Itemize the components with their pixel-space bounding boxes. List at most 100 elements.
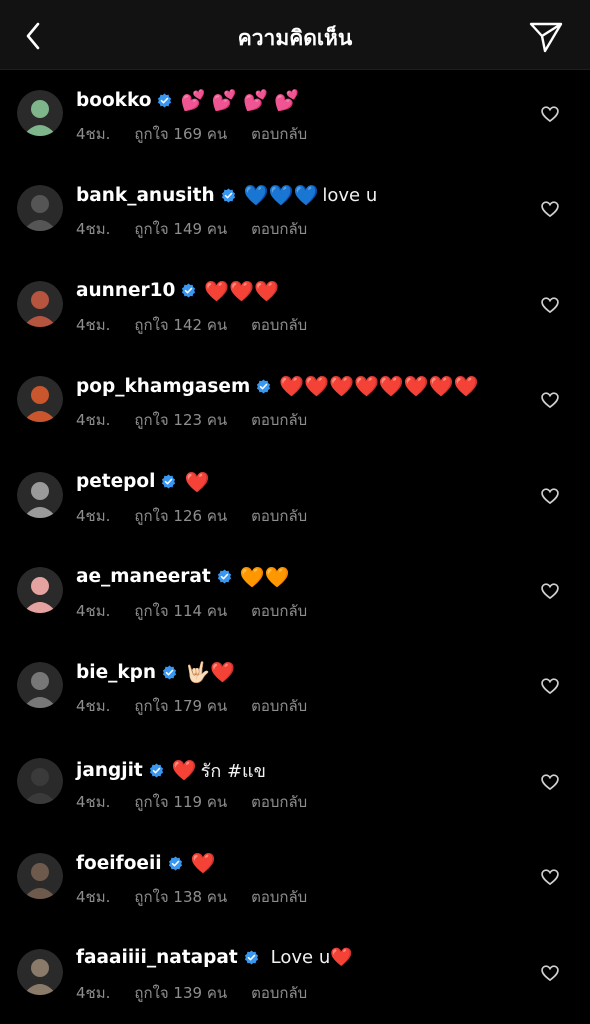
comment-row: faaaiiii_natapat Love u❤️ 4ชม. ถูกใจ 139… <box>0 929 590 1024</box>
like-count[interactable]: ถูกใจ 126 คน <box>134 504 227 528</box>
comment-body: bank_anusith 💙💙💙 love u <box>76 183 510 207</box>
heart-icon[interactable] <box>540 963 560 983</box>
like-count[interactable]: ถูกใจ 119 คน <box>134 790 227 814</box>
like-count[interactable]: ถูกใจ 114 คน <box>134 599 227 623</box>
comment-body: petepol ❤️ <box>76 470 510 494</box>
comment-row: bank_anusith 💙💙💙 love u 4ชม. ถูกใจ 149 ค… <box>0 165 590 260</box>
comment-body: pop_khamgasem ❤️❤️❤️❤️❤️❤️❤️❤️ <box>76 374 510 398</box>
avatar[interactable] <box>17 185 63 232</box>
reply-button[interactable]: ตอบกลับ <box>251 122 307 146</box>
comment-row: jangjit ❤️ รัก #แข 4ชม. ถูกใจ 119 คน ตอบ… <box>0 738 590 833</box>
heart-icon[interactable] <box>540 867 560 887</box>
comment-emojis: 🤟🏻❤️ <box>185 660 235 685</box>
timestamp: 4ชม. <box>76 220 111 239</box>
reply-button[interactable]: ตอบกลับ <box>251 504 307 528</box>
comment-meta: 4ชม. ถูกใจ 142 คน ตอบกลับ <box>76 313 331 337</box>
heart-icon[interactable] <box>540 199 560 219</box>
timestamp: 4ชม. <box>76 315 111 334</box>
comment-emojis: ❤️ <box>190 851 216 876</box>
avatar[interactable] <box>17 280 63 327</box>
username[interactable]: foeifoeii <box>76 853 162 874</box>
like-count[interactable]: ถูกใจ 138 คน <box>134 885 227 909</box>
timestamp: 4ชม. <box>76 983 111 1002</box>
username[interactable]: ae_maneerat <box>76 566 211 587</box>
reply-button[interactable]: ตอบกลับ <box>251 694 307 718</box>
timestamp: 4ชม. <box>76 792 111 811</box>
avatar[interactable] <box>17 376 63 423</box>
like-count[interactable]: ถูกใจ 142 คน <box>134 313 227 337</box>
comment-body: jangjit ❤️ รัก #แข <box>76 756 510 785</box>
like-count[interactable]: ถูกใจ 169 คน <box>134 122 227 146</box>
username[interactable]: bookko <box>76 90 151 111</box>
page-title: ความคิดเห็น <box>237 26 353 50</box>
comment-emojis: ❤️❤️❤️❤️❤️❤️❤️❤️ <box>279 374 479 399</box>
comment-meta: 4ชม. ถูกใจ 126 คน ตอบกลับ <box>76 504 331 528</box>
comment-text: Love u❤️ <box>270 946 353 968</box>
verified-badge-icon <box>182 283 196 298</box>
comment-emojis: 🧡🧡 <box>239 564 290 589</box>
comment-body: bookko 💕 💕 💕 💕 <box>76 88 510 112</box>
username[interactable]: aunner10 <box>76 280 175 301</box>
username[interactable]: petepol <box>76 471 155 492</box>
verified-badge-icon <box>221 188 235 203</box>
comment-text: รัก #แข <box>200 760 266 782</box>
reply-button[interactable]: ตอบกลับ <box>251 981 307 1005</box>
reply-button[interactable]: ตอบกลับ <box>251 599 307 623</box>
comment-emojis: ❤️ <box>184 469 210 494</box>
username[interactable]: bank_anusith <box>76 185 215 206</box>
like-count[interactable]: ถูกใจ 179 คน <box>134 694 227 718</box>
heart-icon[interactable] <box>540 486 560 506</box>
avatar[interactable] <box>17 853 63 900</box>
heart-icon[interactable] <box>540 104 560 124</box>
comment-meta: 4ชม. ถูกใจ 114 คน ตอบกลับ <box>76 599 331 623</box>
timestamp: 4ชม. <box>76 125 111 143</box>
comment-row: ae_maneerat 🧡🧡 4ชม. ถูกใจ 114 คน ตอบกลับ <box>0 547 590 642</box>
like-count[interactable]: ถูกใจ 139 คน <box>134 981 227 1005</box>
comment-meta: 4ชม. ถูกใจ 119 คน ตอบกลับ <box>76 790 331 814</box>
verified-badge-icon <box>162 474 176 489</box>
avatar[interactable] <box>17 662 63 709</box>
verified-badge-icon <box>163 665 177 680</box>
reply-button[interactable]: ตอบกลับ <box>251 217 307 241</box>
heart-icon[interactable] <box>540 581 560 601</box>
share-button[interactable] <box>526 18 566 56</box>
comment-body: faaaiiii_natapat Love u❤️ <box>76 947 510 968</box>
comment-emojis: 💕 💕 💕 💕 <box>180 88 300 112</box>
comment-emojis: ❤️ <box>171 758 197 783</box>
avatar[interactable] <box>17 90 63 136</box>
like-count[interactable]: ถูกใจ 123 คน <box>134 408 227 432</box>
comment-body: foeifoeii ❤️ <box>76 851 510 875</box>
reply-button[interactable]: ตอบกลับ <box>251 408 307 432</box>
comment-body: bie_kpn 🤟🏻❤️ <box>76 660 510 684</box>
comment-text: love u <box>322 184 378 206</box>
timestamp: 4ชม. <box>76 411 111 430</box>
comment-body: aunner10 ❤️❤️❤️ <box>76 279 510 303</box>
timestamp: 4ชม. <box>76 888 111 907</box>
username[interactable]: jangjit <box>76 760 143 781</box>
avatar[interactable] <box>17 757 63 804</box>
avatar[interactable] <box>17 948 63 995</box>
reply-button[interactable]: ตอบกลับ <box>251 885 307 909</box>
username[interactable]: bie_kpn <box>76 662 156 683</box>
heart-icon[interactable] <box>540 772 560 792</box>
comment-meta: 4ชม. ถูกใจ 149 คน ตอบกลับ <box>76 217 331 241</box>
comment-row: petepol ❤️ 4ชม. ถูกใจ 126 คน ตอบกลับ <box>0 452 590 547</box>
avatar[interactable] <box>17 566 63 613</box>
avatar[interactable] <box>17 471 63 518</box>
like-count[interactable]: ถูกใจ 149 คน <box>134 217 227 241</box>
comment-meta: 4ชม. ถูกใจ 179 คน ตอบกลับ <box>76 694 331 718</box>
comment-row: pop_khamgasem ❤️❤️❤️❤️❤️❤️❤️❤️ 4ชม. ถูกใ… <box>0 356 590 451</box>
reply-button[interactable]: ตอบกลับ <box>251 313 307 337</box>
heart-icon[interactable] <box>540 390 560 410</box>
reply-button[interactable]: ตอบกลับ <box>251 790 307 814</box>
verified-badge-icon <box>244 949 258 965</box>
comment-meta: 4ชม. ถูกใจ 123 คน ตอบกลับ <box>76 408 331 432</box>
heart-icon[interactable] <box>540 295 560 315</box>
verified-badge-icon <box>158 92 172 108</box>
comment-meta: 4ชม. ถูกใจ 139 คน ตอบกลับ <box>76 981 331 1005</box>
username[interactable]: faaaiiii_natapat <box>76 947 238 968</box>
comment-meta: 4ชม. ถูกใจ 138 คน ตอบกลับ <box>76 885 331 909</box>
username[interactable]: pop_khamgasem <box>76 376 250 397</box>
heart-icon[interactable] <box>540 676 560 696</box>
comment-row: bie_kpn 🤟🏻❤️ 4ชม. ถูกใจ 179 คน ตอบกลับ <box>0 642 590 737</box>
